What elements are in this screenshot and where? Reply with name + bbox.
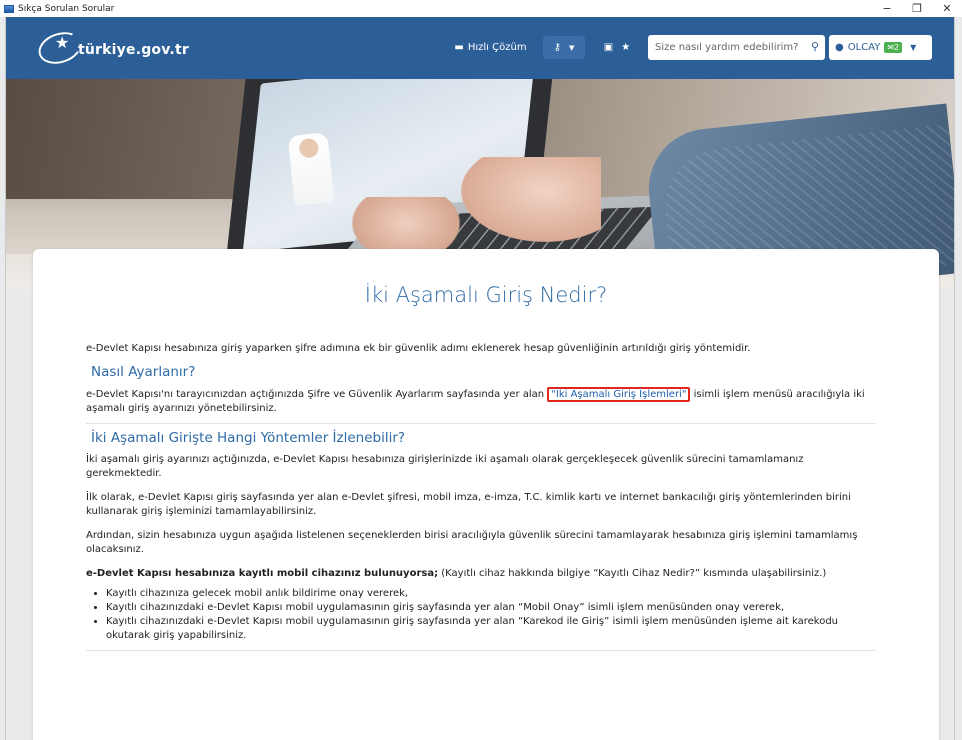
user-name: OLCAY <box>847 42 881 53</box>
chat-icon: ▬ <box>454 42 464 53</box>
search-input[interactable] <box>648 42 798 53</box>
window-titlebar: Sıkça Sorulan Sorular − ❐ ✕ <box>0 0 962 17</box>
maximize-button[interactable]: ❐ <box>902 0 932 17</box>
key-icon: ⚷ <box>553 42 561 53</box>
site-header: ★ türkiye.gov.tr ▬ Hızlı Çözüm ⚷ ▼ ▣ ★ ⚲… <box>6 17 954 79</box>
logo-mark-icon: ★ <box>34 26 86 70</box>
logo-text: türkiye.gov.tr <box>78 42 189 58</box>
intro-paragraph: e-Devlet Kapısı hesabınıza giriş yaparke… <box>86 343 751 354</box>
app-icon <box>4 4 14 13</box>
list-item: Kayıtlı cihazınızdaki e-Devlet Kapısı mo… <box>106 601 876 615</box>
message-count-badge[interactable]: ✉2 <box>884 42 903 53</box>
window-controls: − ❐ ✕ <box>872 0 962 17</box>
user-icon: ● <box>835 42 844 53</box>
section-divider <box>86 650 876 651</box>
search-icon[interactable]: ⚲ <box>811 40 819 53</box>
method-list: Kayıtlı cihazınıza gelecek mobil anlık b… <box>106 587 876 643</box>
window-title: Sıkça Sorulan Sorular <box>18 3 115 14</box>
search-box: ⚲ <box>648 35 825 60</box>
list-item: Kayıtlı cihazınıza gelecek mobil anlık b… <box>106 587 876 601</box>
article-card: İki Aşamalı Giriş Nedir? e-Devlet Kapısı… <box>33 249 939 740</box>
methods-paragraph-3: Ardından, sizin hesabınıza uygun aşağıda… <box>86 530 858 555</box>
section-heading-methods: İki Aşamalı Girişte Hangi Yöntemler İzle… <box>91 430 406 446</box>
list-item: Kayıtlı cihazınızdaki e-Devlet Kapısı mo… <box>106 615 876 643</box>
chevron-down-icon: ▼ <box>910 43 917 52</box>
close-button[interactable]: ✕ <box>932 0 962 17</box>
two-step-login-link[interactable]: "İki Aşamalı Giriş İşlemleri" <box>547 387 691 402</box>
quick-solution-label: Hızlı Çözüm <box>467 42 527 53</box>
page-title: İki Aşamalı Giriş Nedir? <box>364 283 608 307</box>
section-divider <box>86 423 876 424</box>
site-logo[interactable]: ★ türkiye.gov.tr <box>34 25 226 70</box>
article-content: e-Devlet Kapısı hesabınıza giriş yaparke… <box>86 342 876 651</box>
methods-paragraph-4: e-Devlet Kapısı hesabınıza kayıtlı mobil… <box>86 568 827 579</box>
section-heading-setup: Nasıl Ayarlanır? <box>91 364 196 380</box>
app-frame: ★ türkiye.gov.tr ▬ Hızlı Çözüm ⚷ ▼ ▣ ★ ⚲… <box>5 17 955 740</box>
setup-paragraph: e-Devlet Kapısı'nı tarayıcınızdan açtığı… <box>86 387 865 414</box>
methods-paragraph-2: İlk olarak, e-Devlet Kapısı giriş sayfas… <box>86 492 851 517</box>
methods-paragraph-1: İki aşamalı giriş ayarınızı açtığınızda,… <box>86 454 804 479</box>
favorites-button[interactable]: ▣ ★ <box>593 36 641 59</box>
quick-solution-button[interactable]: ▬ Hızlı Çözüm <box>447 36 534 59</box>
chevron-down-icon: ▼ <box>568 43 575 52</box>
star-icon: ★ <box>621 42 631 53</box>
minimize-button[interactable]: − <box>872 0 902 17</box>
user-menu-button[interactable]: ● OLCAY ✉2 ▼ <box>829 35 932 60</box>
tools-dropdown-button[interactable]: ⚷ ▼ <box>543 36 585 59</box>
id-card-icon: ▣ <box>603 42 614 53</box>
